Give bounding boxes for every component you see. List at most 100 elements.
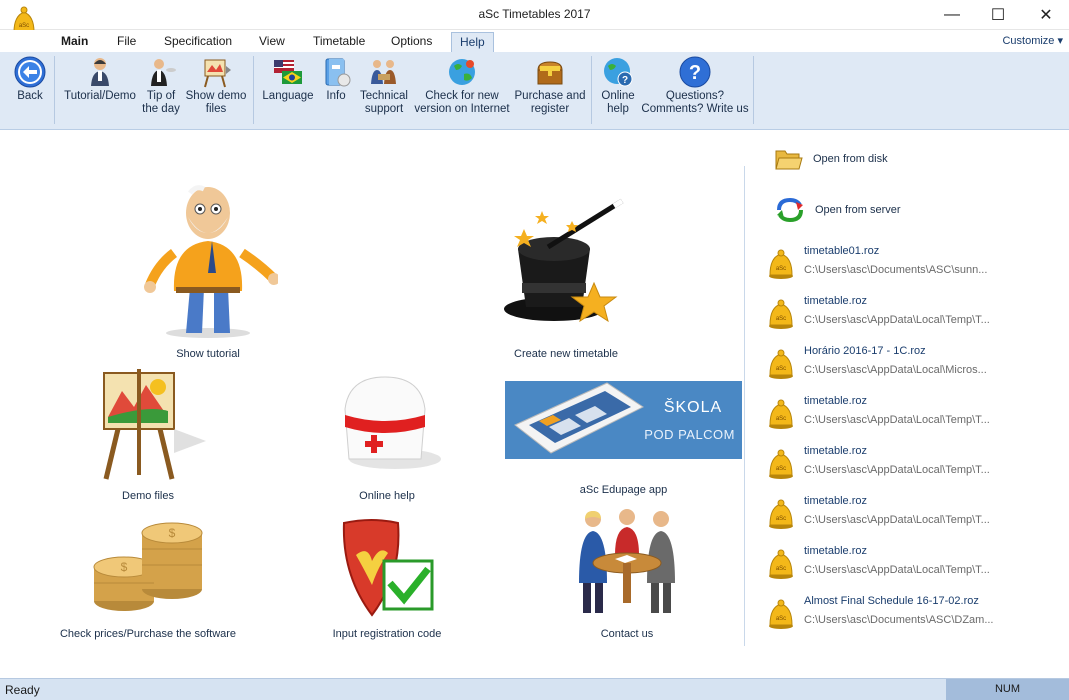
ribbon-divider (591, 56, 592, 124)
svg-text:aSc: aSc (776, 266, 786, 272)
tab-options[interactable]: Options (383, 32, 440, 52)
open-from-disk-label: Open from disk (813, 153, 888, 165)
globe-update-icon (449, 59, 475, 85)
recent-file-path: C:\Users\asc\AppData\Local\Micros... (804, 364, 987, 376)
online-help-button[interactable]: ? Online help (598, 56, 638, 116)
back-arrow-icon (14, 56, 46, 88)
purchase-label-2: register (530, 103, 570, 115)
recent-file-item[interactable]: aSc timetable.roz C:\Users\asc\AppData\L… (768, 495, 1064, 539)
open-from-server-button[interactable]: Open from server (775, 197, 901, 223)
tab-specification[interactable]: Specification (156, 32, 240, 52)
demo-label-1: Show demo (185, 90, 247, 102)
svg-text:$: $ (169, 526, 176, 540)
minimize-button[interactable]: — (929, 0, 975, 30)
recent-file-item[interactable]: aSc timetable.roz C:\Users\asc\AppData\L… (768, 545, 1064, 589)
tutorial-label: Tutorial/Demo (64, 90, 136, 102)
customize-menu[interactable]: Customize ▾ (1002, 34, 1063, 47)
online-help-label-1: Online (601, 90, 635, 102)
input-registration-code-tile[interactable]: Input registration code (318, 515, 456, 640)
panel-divider (744, 166, 745, 646)
purchase-register-button[interactable]: Purchase and register (513, 56, 587, 116)
tip-of-day-button[interactable]: Tip of the day (140, 56, 182, 116)
open-from-disk-button[interactable]: Open from disk (775, 147, 888, 171)
coins-stack-icon: $ $ (93, 522, 203, 611)
status-bar: Ready NUM (0, 678, 1069, 700)
info-label: Info (326, 90, 346, 102)
show-demo-files-button[interactable]: Show demo files (184, 56, 248, 116)
check-new-version-button[interactable]: Check for new version on Internet (411, 56, 513, 116)
tab-file[interactable]: File (109, 32, 144, 52)
open-folder-icon (775, 150, 803, 170)
contact-us-label: Contact us (600, 628, 654, 640)
demo-label-2: files (205, 103, 227, 115)
questions-label-2: Comments? Write us (641, 103, 749, 115)
technical-support-button[interactable]: Technical support (358, 56, 410, 116)
sync-arrows-icon (777, 197, 803, 223)
asc-file-bell-icon: aSc (769, 349, 793, 379)
create-new-timetable-tile[interactable]: Create new timetable (486, 191, 646, 360)
svg-text:aSc: aSc (776, 316, 786, 322)
back-button[interactable]: Back (10, 56, 50, 103)
edupage-app-tile[interactable]: ŠKOLA POD PALCOM aSc Edupage app (505, 381, 742, 496)
asc-file-bell-icon: aSc (769, 549, 793, 579)
asc-file-bell-icon: aSc (769, 299, 793, 329)
support-people-icon (371, 60, 396, 84)
online-help-label-2: help (607, 103, 629, 115)
contact-us-tile[interactable]: Contact us (556, 503, 698, 640)
tab-view[interactable]: View (251, 32, 293, 52)
recent-file-item[interactable]: aSc timetable01.roz C:\Users\asc\Documen… (768, 245, 1064, 289)
recent-file-item[interactable]: aSc timetable.roz C:\Users\asc\AppData\L… (768, 295, 1064, 339)
recent-file-path: C:\Users\asc\AppData\Local\Temp\T... (804, 414, 990, 426)
teacher-character-icon (144, 185, 280, 338)
check-prices-label: Check prices/Purchase the software (59, 628, 237, 640)
smartphone-icon (514, 382, 644, 454)
support-label-2: support (364, 103, 404, 115)
show-tutorial-tile[interactable]: Show tutorial (128, 183, 288, 360)
language-button[interactable]: Language (260, 56, 316, 103)
recent-file-path: C:\Users\asc\Documents\ASC\sunn... (804, 264, 988, 276)
tab-help[interactable]: Help (451, 32, 494, 52)
recent-file-name: timetable.roz (804, 445, 867, 457)
ribbon-toolbar: Back Tutorial/Demo Tip of the day Show d… (0, 52, 1069, 130)
recent-file-name: timetable.roz (804, 395, 867, 407)
svg-text:aSc: aSc (776, 416, 786, 422)
maximize-button[interactable]: ☐ (975, 0, 1021, 30)
status-text: Ready (5, 683, 40, 697)
check-prices-tile[interactable]: $ $ Check prices/Purchase the software (54, 515, 242, 640)
language-label: Language (262, 90, 314, 102)
asc-file-bell-icon: aSc (769, 599, 793, 629)
questions-comments-button[interactable]: ? Questions? Comments? Write us (640, 56, 750, 116)
svg-text:?: ? (689, 62, 701, 84)
purchase-label-1: Purchase and (514, 90, 586, 102)
close-button[interactable]: ✕ (1023, 0, 1069, 30)
recent-file-item[interactable]: aSc timetable.roz C:\Users\asc\AppData\L… (768, 395, 1064, 439)
check-label-1: Check for new (425, 90, 499, 102)
meeting-people-icon (579, 509, 675, 613)
tutorial-demo-button[interactable]: Tutorial/Demo (62, 56, 138, 103)
ribbon-divider (54, 56, 55, 124)
recent-file-path: C:\Users\asc\AppData\Local\Temp\T... (804, 564, 990, 576)
recent-file-item[interactable]: aSc Almost Final Schedule 16-17-02.roz C… (768, 595, 1064, 639)
tab-timetable[interactable]: Timetable (305, 32, 373, 52)
recent-file-path: C:\Users\asc\AppData\Local\Temp\T... (804, 514, 990, 526)
recent-file-name: Almost Final Schedule 16-17-02.roz (804, 595, 979, 607)
easel-painting-icon (103, 369, 206, 480)
demo-files-label: Demo files (122, 490, 174, 502)
recent-file-name: Horário 2016-17 - 1C.roz (804, 345, 926, 357)
title-bar: aSc aSc Timetables 2017 — ☐ ✕ (0, 0, 1069, 37)
asc-file-bell-icon: aSc (769, 399, 793, 429)
recent-file-item[interactable]: aSc Horário 2016-17 - 1C.roz C:\Users\as… (768, 345, 1064, 389)
info-button[interactable]: Info (320, 56, 352, 103)
svg-text:aSc: aSc (776, 616, 786, 622)
online-help-tile[interactable]: Online help (316, 367, 458, 502)
recent-file-item[interactable]: aSc timetable.roz C:\Users\asc\AppData\L… (768, 445, 1064, 489)
asc-file-bell-icon: aSc (769, 499, 793, 529)
demo-files-tile[interactable]: Demo files (74, 367, 222, 502)
question-mark-icon: ? (679, 56, 711, 88)
tab-main[interactable]: Main (53, 32, 96, 52)
questions-label-1: Questions? (665, 90, 725, 102)
start-page: Show tutorial Create new timetable Demo … (0, 131, 1069, 677)
globe-help-icon: ? (604, 58, 633, 87)
num-lock-indicator: NUM (946, 679, 1069, 700)
back-label: Back (17, 90, 43, 102)
